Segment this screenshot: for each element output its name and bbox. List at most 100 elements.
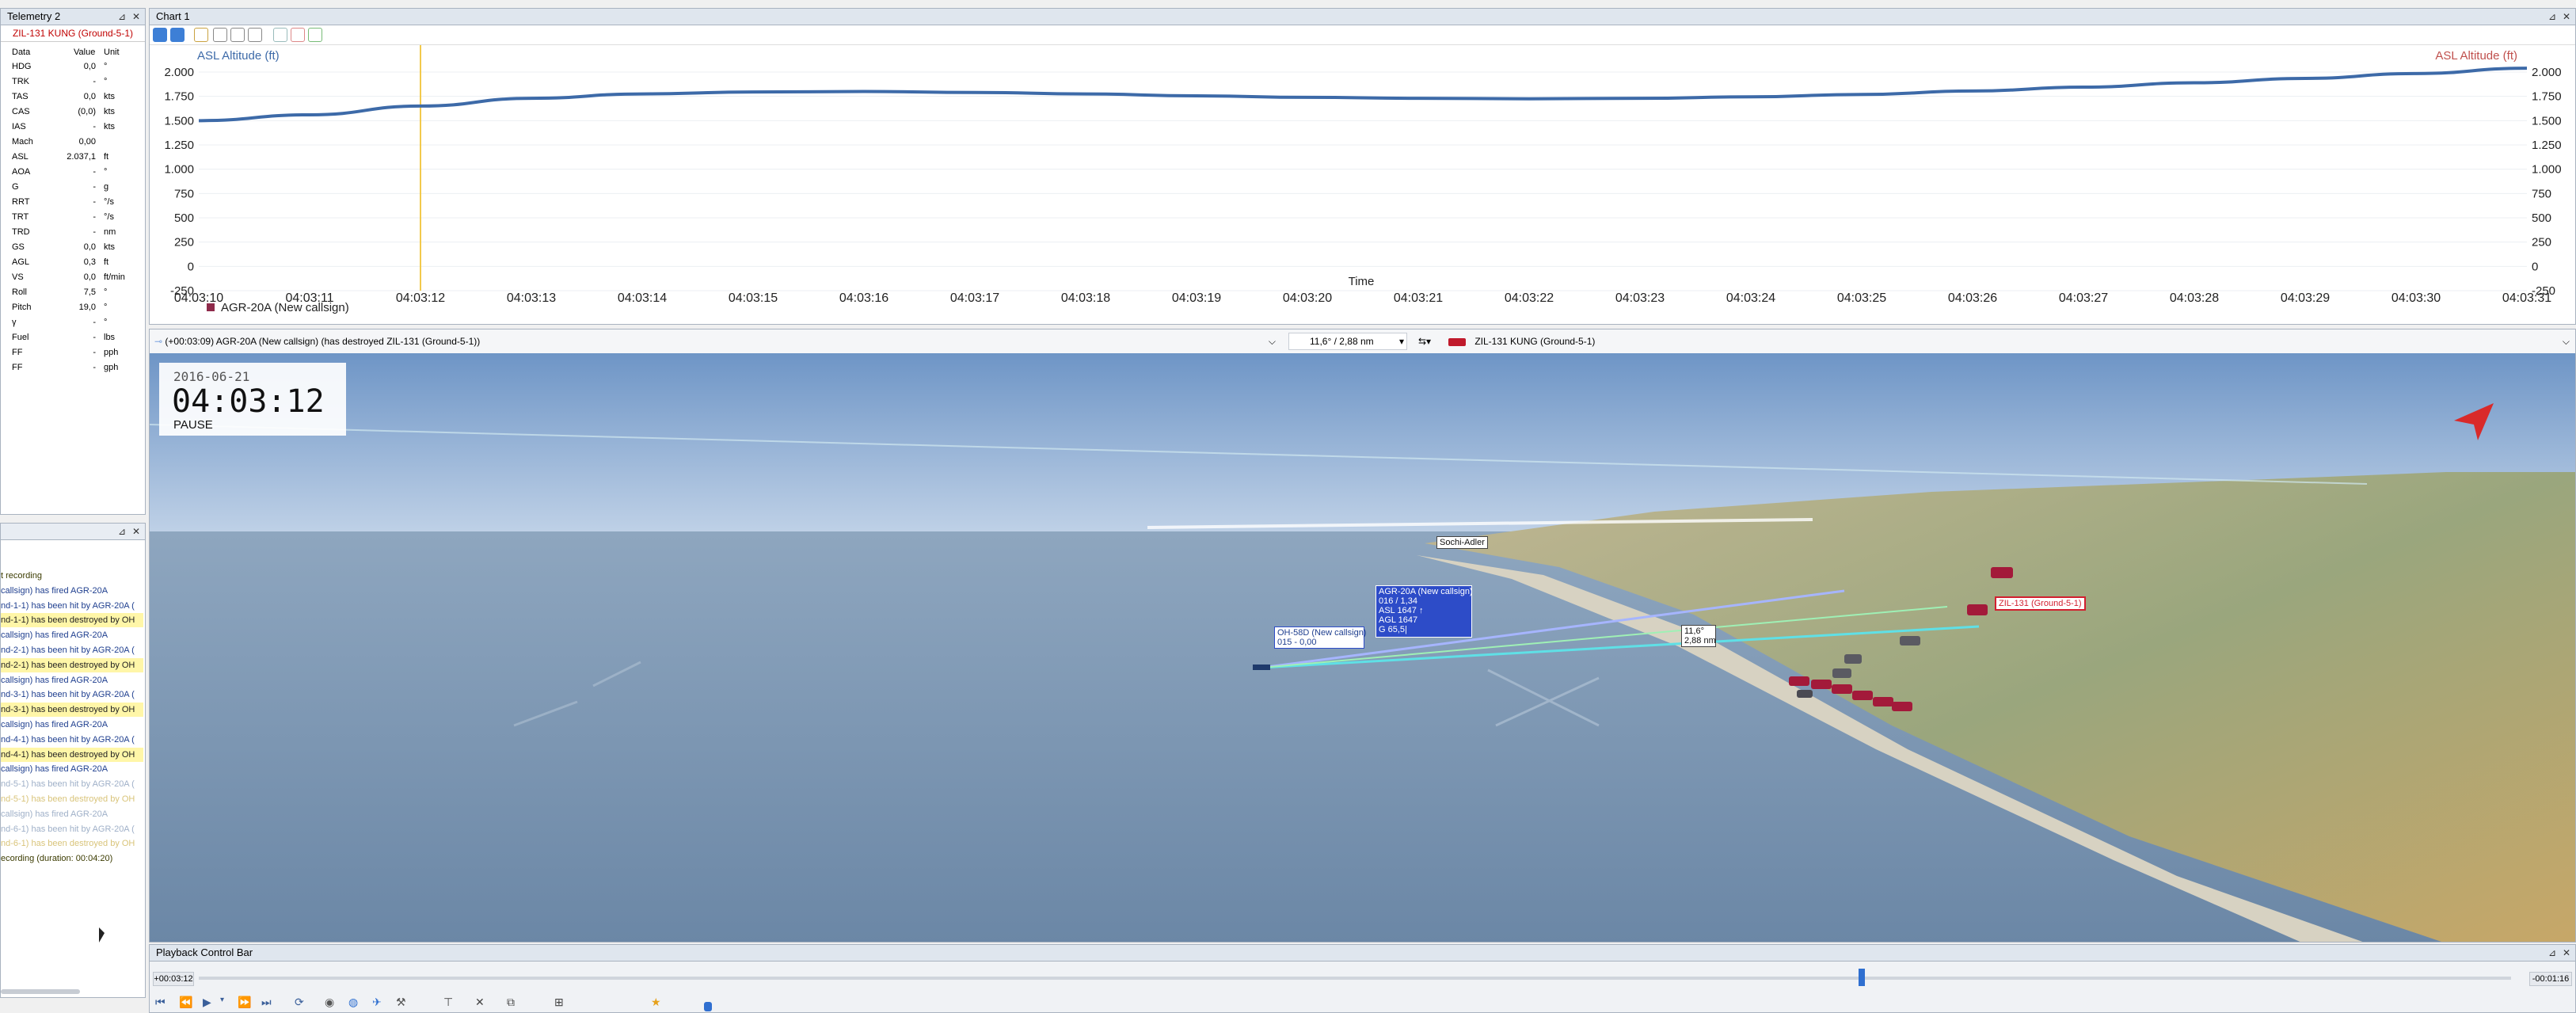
aircraft-icon[interactable]: ✈ bbox=[372, 996, 382, 1009]
chart-title: Chart 1 bbox=[156, 10, 190, 22]
event-item[interactable]: callsign) has fired AGR-20A bbox=[1, 628, 143, 642]
telemetry-unit: °/s bbox=[104, 197, 114, 207]
event-item[interactable]: nd-5-1) has been destroyed by OH bbox=[1, 792, 143, 806]
label-oh58d[interactable]: OH-58D (New callsign) 015 - 0,00 bbox=[1274, 626, 1366, 649]
timeline-thumb[interactable] bbox=[1859, 969, 1865, 986]
telemetry-row: IAS - kts bbox=[1, 120, 143, 134]
telemetry-name: TRD bbox=[12, 227, 30, 237]
map-icon[interactable]: ⊞ bbox=[554, 996, 564, 1009]
y-tick-left: 500 bbox=[174, 211, 194, 225]
label-agr20a[interactable]: AGR-20A (New callsign) 016 / 1,34 ASL 16… bbox=[1376, 585, 1473, 638]
y-tick-left: 1.500 bbox=[164, 114, 194, 128]
globe-icon[interactable]: ◍ bbox=[348, 996, 358, 1009]
telemetry-name: VS bbox=[12, 272, 24, 282]
agr-line-5: G 65,5| bbox=[1379, 625, 1407, 634]
event-item[interactable]: nd-4-1) has been hit by AGR-20A ( bbox=[1, 733, 143, 747]
telemetry-unit: kts bbox=[104, 92, 116, 101]
skip-end-button[interactable]: ⏭ bbox=[261, 996, 272, 1009]
layers-icon[interactable]: ⧉ bbox=[507, 996, 515, 1009]
zoom-icon[interactable] bbox=[273, 28, 287, 42]
y-tick-right: 750 bbox=[2532, 187, 2551, 200]
event-item[interactable]: callsign) has fired AGR-20A bbox=[1, 673, 143, 687]
play-button[interactable]: ▶ bbox=[203, 996, 211, 1009]
zoom-out-icon[interactable] bbox=[291, 28, 305, 42]
telemetry-unit: ° bbox=[104, 303, 108, 312]
x-tick-label: 04:03:23 bbox=[1615, 291, 1665, 305]
events-list: t recording callsign) has fired AGR-20A nd… bbox=[1, 569, 145, 885]
link-mode-button[interactable]: ⇆▾ bbox=[1418, 334, 1440, 348]
telemetry-header: Data Value Unit bbox=[1, 45, 143, 59]
telemetry-panel: Telemetry 2 ⊿ ✕ ZIL-131 KUNG (Ground-5-1… bbox=[0, 8, 146, 515]
target-dropdown[interactable]: ZIL-131 KUNG (Ground-5-1) ⌵ bbox=[1448, 333, 2573, 350]
pin-icon[interactable]: ⊿ bbox=[2548, 9, 2556, 25]
wrench-icon[interactable]: ⚒ bbox=[396, 996, 406, 1009]
event-item[interactable]: nd-3-1) has been destroyed by OH bbox=[1, 703, 143, 718]
event-item[interactable]: nd-2-1) has been destroyed by OH bbox=[1, 657, 143, 672]
tools-icon[interactable]: ✕ bbox=[475, 996, 485, 1009]
event-item[interactable]: callsign) has fired AGR-20A bbox=[1, 762, 143, 776]
add-chart-icon[interactable] bbox=[213, 28, 227, 42]
event-item[interactable]: nd-6-1) has been hit by AGR-20A ( bbox=[1, 822, 143, 836]
event-item[interactable]: callsign) has fired AGR-20A bbox=[1, 807, 143, 821]
altitude-chart[interactable]: 2.0001.7501.5001.2501.0007505002500-250 … bbox=[150, 45, 2575, 322]
3d-viewport[interactable]: 2016-06-21 04:03:12 PAUSE Sochi-Adler AG… bbox=[150, 353, 2575, 942]
event-item[interactable]: nd-3-1) has been hit by AGR-20A ( bbox=[1, 687, 143, 702]
telemetry-unit: ft/min bbox=[104, 272, 125, 282]
horizontal-scrollbar[interactable] bbox=[1, 989, 80, 994]
event-item[interactable]: nd-1-1) has been hit by AGR-20A ( bbox=[1, 599, 143, 613]
timeline-track[interactable] bbox=[199, 969, 2511, 986]
x-tick-label: 04:03:24 bbox=[1726, 291, 1775, 305]
event-item[interactable]: nd-5-1) has been hit by AGR-20A ( bbox=[1, 777, 143, 791]
loop-button[interactable]: ⟳ bbox=[295, 996, 304, 1009]
close-icon[interactable]: ✕ bbox=[132, 524, 140, 539]
y-tick-left: 250 bbox=[174, 236, 194, 249]
pin-icon[interactable]: ⊿ bbox=[118, 524, 126, 539]
star-icon[interactable]: ★ bbox=[651, 996, 661, 1009]
close-icon[interactable]: ✕ bbox=[132, 9, 140, 25]
target-text: ZIL-131 KUNG (Ground-5-1) bbox=[1474, 336, 1596, 347]
event-item[interactable]: callsign) has fired AGR-20A bbox=[1, 584, 143, 598]
vehicle-icon bbox=[1448, 337, 1466, 346]
range-dropdown[interactable]: 11,6° / 2,88 nm ▾ bbox=[1288, 333, 1407, 350]
close-icon[interactable]: ✕ bbox=[2563, 945, 2570, 961]
telemetry-name: Roll bbox=[12, 288, 27, 297]
event-item[interactable]: t recording bbox=[1, 569, 143, 583]
telemetry-object[interactable]: ZIL-131 KUNG (Ground-5-1) bbox=[1, 25, 145, 42]
play-options-icon[interactable]: ▾ bbox=[220, 996, 224, 1004]
split-chart-icon[interactable] bbox=[248, 28, 262, 42]
event-line-dropdown[interactable]: ⊸ (+00:03:09) AGR-20A (New callsign) (ha… bbox=[151, 333, 1279, 350]
chart-mode-button-1[interactable] bbox=[153, 28, 167, 42]
legend-swatch bbox=[207, 303, 215, 311]
pin-icon[interactable]: ⊿ bbox=[2548, 945, 2556, 961]
step-back-button[interactable]: ⏪ bbox=[179, 996, 192, 1009]
telemetry-table: Data Value Unit HDG 0,0 ° TRK - ° TAS 0,0 kts CAS… bbox=[1, 42, 145, 514]
remove-chart-icon[interactable] bbox=[230, 28, 245, 42]
zoom-in-icon[interactable] bbox=[308, 28, 322, 42]
header-data: Data bbox=[12, 48, 31, 57]
event-item[interactable]: nd-1-1) has been destroyed by OH bbox=[1, 613, 143, 628]
telemetry-row: G -g bbox=[1, 180, 143, 194]
wrench-icon[interactable] bbox=[194, 28, 208, 42]
y-tick-right: 1.500 bbox=[2532, 114, 2562, 128]
chart-mode-button-2[interactable] bbox=[170, 28, 185, 42]
speed-slider[interactable] bbox=[704, 1002, 712, 1011]
event-item[interactable]: nd-6-1) has been destroyed by OH bbox=[1, 836, 143, 851]
camera-icon[interactable]: ◉ bbox=[325, 996, 334, 1009]
skip-start-button[interactable]: ⏮ bbox=[155, 996, 166, 1009]
telemetry-name: TAS bbox=[12, 92, 29, 101]
x-tick-label: 04:03:22 bbox=[1505, 291, 1554, 305]
ruler-icon[interactable]: ⊤ bbox=[443, 996, 453, 1009]
event-item[interactable]: nd-4-1) has been destroyed by OH bbox=[1, 747, 143, 762]
telemetry-value: 19,0 bbox=[78, 303, 96, 312]
y-tick-right: 2.000 bbox=[2532, 66, 2562, 79]
label-zil131[interactable]: ZIL-131 (Ground-5-1) bbox=[1995, 596, 2086, 611]
x-tick-label: 04:03:26 bbox=[1948, 291, 1997, 305]
close-icon[interactable]: ✕ bbox=[2563, 9, 2570, 25]
step-forward-button[interactable]: ⏩ bbox=[238, 996, 251, 1009]
event-item[interactable]: nd-2-1) has been hit by AGR-20A ( bbox=[1, 643, 143, 657]
telemetry-unit: g bbox=[104, 182, 109, 192]
pin-icon[interactable]: ⊿ bbox=[118, 9, 126, 25]
event-item[interactable]: ecording (duration: 00:04:20) bbox=[1, 851, 143, 866]
event-item[interactable]: callsign) has fired AGR-20A bbox=[1, 718, 143, 732]
aircraft-oh58d[interactable] bbox=[1253, 665, 1270, 670]
